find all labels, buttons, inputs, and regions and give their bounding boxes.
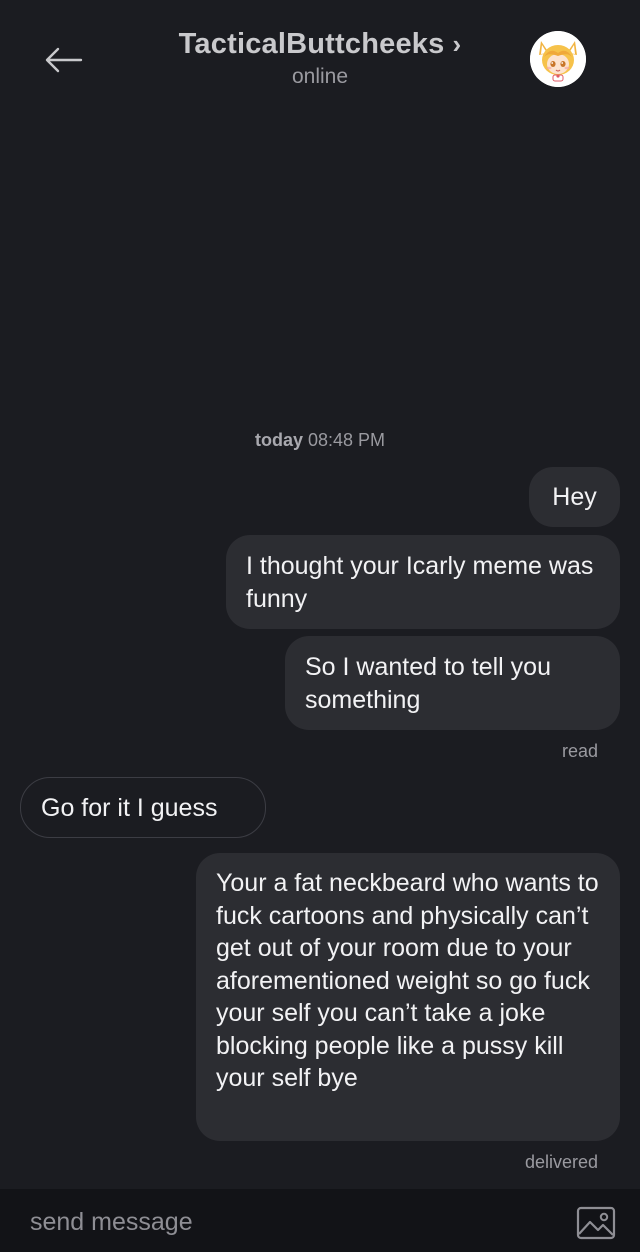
chevron-right-icon: › [452, 29, 462, 59]
message-bubble-outgoing[interactable]: So I wanted to tell you something [285, 636, 620, 730]
chat-header: TacticalButtcheeks › online [0, 0, 640, 110]
contact-name-button[interactable]: TacticalButtcheeks › [179, 28, 462, 61]
attach-image-button[interactable] [576, 1206, 616, 1240]
read-receipt: read [561, 741, 598, 761]
message-composer: send message [0, 1189, 640, 1252]
conversation-timestamp: today 08:48 PM [0, 430, 640, 451]
anime-fox-girl-avatar [530, 31, 586, 87]
message-bubble-incoming[interactable]: Go for it I guess [20, 777, 266, 838]
timestamp-day: today [254, 430, 303, 450]
message-input[interactable]: send message [30, 1208, 193, 1237]
message-bubble-outgoing[interactable]: Hey [529, 467, 620, 527]
contact-name: TacticalButtcheeks [178, 28, 445, 60]
message-bubble-outgoing[interactable]: I thought your Icarly meme was funny [226, 535, 620, 629]
avatar[interactable] [530, 31, 586, 87]
delivered-receipt: delivered [524, 1152, 598, 1172]
message-bubble-outgoing[interactable]: Your a fat neckbeard who wants to fuck c… [196, 853, 620, 1141]
timestamp-time: 08:48 PM [307, 430, 386, 450]
image-icon [576, 1206, 616, 1240]
